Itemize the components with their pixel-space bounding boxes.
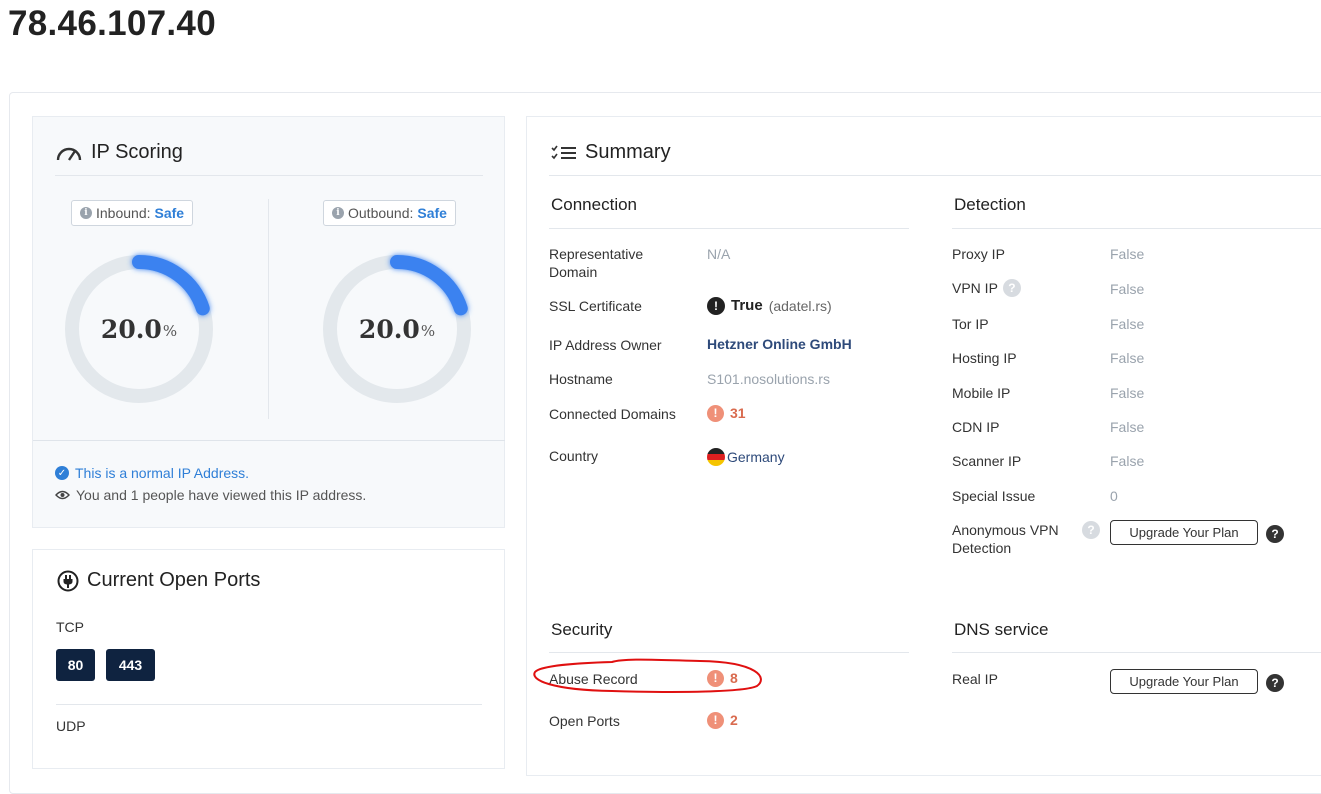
normal-ip-text: This is a normal IP Address. <box>75 465 250 481</box>
outbound-score: 20.0 <box>358 314 420 344</box>
abuse-record-label: Abuse Record <box>549 671 638 687</box>
tcp-port-chip[interactable]: 443 <box>106 649 155 681</box>
connected-domains-label: Connected Domains <box>549 406 676 422</box>
hosting-ip-label: Hosting IP <box>952 350 1017 366</box>
outbound-verdict[interactable]: i Outbound: Safe <box>323 200 456 226</box>
cdn-ip-label: CDN IP <box>952 419 1000 435</box>
vpn-ip-text: VPN IP <box>952 280 998 296</box>
alert-icon: ! <box>707 297 725 315</box>
warning-icon: ! <box>707 404 724 422</box>
info-icon: i <box>332 207 344 219</box>
inbound-score-unit: % <box>162 322 178 340</box>
upgrade-plan-button[interactable]: Upgrade Your Plan <box>1110 669 1258 694</box>
representative-domain-value: N/A <box>707 245 730 263</box>
inbound-gauge: 20.0% <box>59 249 219 409</box>
warning-icon: ! <box>707 711 724 729</box>
hostname-text: S101.nosolutions.rs <box>707 371 830 387</box>
tor-ip-label: Tor IP <box>952 316 989 332</box>
ip-scoring-title: IP Scoring <box>91 141 183 163</box>
germany-flag-icon <box>707 448 725 466</box>
tor-ip-value: False <box>1110 316 1145 332</box>
proxy-ip-value: False <box>1110 246 1145 262</box>
eye-icon <box>55 490 70 500</box>
abuse-record-value[interactable]: ! 8 <box>707 669 738 687</box>
ip-scoring-panel: IP Scoring i Inbound: Safe i Outbound: S… <box>32 116 505 528</box>
tcp-port-chip[interactable]: 80 <box>56 649 95 681</box>
special-issue-value: 0 <box>1110 488 1118 504</box>
help-icon[interactable]: ? <box>1002 279 1021 297</box>
inbound-verdict[interactable]: i Inbound: Safe <box>71 200 194 226</box>
special-issue-label: Special Issue <box>952 488 1036 504</box>
open-ports-header: Current Open Ports <box>57 569 260 592</box>
detection-title: Detection <box>954 195 1026 214</box>
info-icon: i <box>80 207 92 219</box>
help-icon[interactable]: ? <box>1266 525 1284 543</box>
open-ports-panel: Current Open Ports TCP 80 443 UDP <box>32 549 505 769</box>
ssl-certificate-label: SSL Certificate <box>549 298 642 314</box>
inbound-verdict-value: Safe <box>154 205 185 221</box>
ssl-domain: (adatel.rs) <box>768 298 832 314</box>
connected-domains-count[interactable]: 31 <box>730 404 746 422</box>
outbound-score-unit: % <box>420 322 436 340</box>
vpn-ip-label: VPN IP ? <box>952 279 1021 297</box>
upgrade-plan-button[interactable]: Upgrade Your Plan <box>1110 520 1258 545</box>
speedometer-icon <box>56 147 82 161</box>
connected-domains-value[interactable]: ! 31 <box>707 404 746 422</box>
check-circle-icon: ✓ <box>55 466 69 480</box>
tcp-label: TCP <box>56 619 84 635</box>
vpn-ip-value: False <box>1110 281 1145 297</box>
help-icon[interactable]: ? <box>1082 521 1100 539</box>
outbound-label: Outbound: <box>348 205 414 221</box>
outbound-gauge: 20.0% <box>317 249 477 409</box>
ip-owner-text[interactable]: Hetzner Online GmbH <box>707 335 852 353</box>
security-title: Security <box>551 620 613 639</box>
ip-owner-link[interactable]: Hetzner Online GmbH <box>707 335 852 353</box>
outbound-verdict-value: Safe <box>417 205 447 221</box>
views-text: You and 1 people have viewed this IP add… <box>76 487 367 503</box>
views-note: You and 1 people have viewed this IP add… <box>55 487 366 503</box>
help-icon[interactable]: ? <box>1266 674 1284 692</box>
abuse-record-count[interactable]: 8 <box>730 669 738 687</box>
hostname-value: S101.nosolutions.rs <box>707 370 830 388</box>
hostname-label: Hostname <box>549 371 613 387</box>
normal-ip-note: ✓ This is a normal IP Address. <box>55 465 249 481</box>
cdn-ip-value: False <box>1110 419 1145 435</box>
mobile-ip-label: Mobile IP <box>952 385 1011 401</box>
ssl-status: True <box>731 297 763 314</box>
open-ports-count[interactable]: 2 <box>730 711 738 729</box>
dns-service-title: DNS service <box>954 620 1049 639</box>
summary-title: Summary <box>585 141 671 163</box>
representative-domain-label: Representative Domain <box>549 246 644 280</box>
summary-header: Summary <box>551 141 671 164</box>
ip-scoring-header: IP Scoring <box>55 141 183 164</box>
inbound-score: 20.0 <box>100 314 162 344</box>
ip-owner-label: IP Address Owner <box>549 337 662 353</box>
hosting-ip-value: False <box>1110 350 1145 366</box>
connection-title: Connection <box>551 195 638 214</box>
plug-icon <box>57 570 79 591</box>
real-ip-label: Real IP <box>952 671 998 687</box>
open-ports-value[interactable]: ! 2 <box>707 711 738 729</box>
country-value[interactable]: Germany <box>707 448 785 466</box>
representative-domain-text: N/A <box>707 246 731 262</box>
anonymous-vpn-label: Anonymous VPN Detection <box>952 522 1059 556</box>
country-label: Country <box>549 448 599 464</box>
checklist-icon <box>551 145 576 159</box>
open-ports-title: Current Open Ports <box>87 569 261 591</box>
mobile-ip-value: False <box>1110 385 1145 401</box>
ip-address-title: 78.46.107.40 <box>8 4 216 43</box>
warning-icon: ! <box>707 669 724 687</box>
summary-panel: Summary Connection Representative Domain… <box>526 116 1321 776</box>
country-text[interactable]: Germany <box>727 448 785 466</box>
proxy-ip-label: Proxy IP <box>952 246 1005 262</box>
inbound-label: Inbound: <box>96 205 151 221</box>
scanner-ip-value: False <box>1110 453 1145 469</box>
udp-label: UDP <box>56 718 86 734</box>
ssl-certificate-value: ! True (adatel.rs) <box>707 297 832 315</box>
scanner-ip-label: Scanner IP <box>952 453 1022 469</box>
open-ports-label: Open Ports <box>549 713 620 729</box>
